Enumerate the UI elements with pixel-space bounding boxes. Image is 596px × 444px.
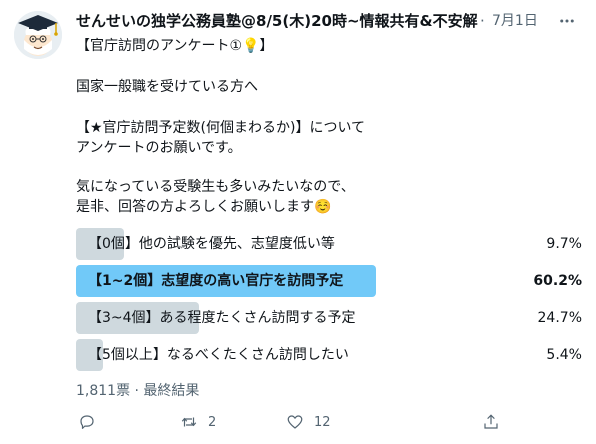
poll-option-label: 【5個以上】なるべくたくさん訪問したい [88, 347, 349, 363]
poll-option: 【5個以上】なるべくたくさん訪問したい 5.4% [76, 339, 586, 371]
poll-option-label: 【3~4個】ある程度たくさん訪問する予定 [88, 310, 356, 326]
poll-option: 【1~2個】志望度の高い官庁を訪問予定 60.2% [76, 265, 586, 297]
poll-option-label: 【1~2個】志望度の高い官庁を訪問予定 [88, 273, 344, 289]
tweet-text-line: 気になっている受験生も多いみたいなので、 [76, 179, 355, 195]
tweet: せんせいの独学公務員塾@8/5(木)20時~情報共有&不安解消: · 7月1日 … [0, 0, 596, 444]
poll-option-percent: 60.2% [533, 273, 582, 289]
tweet-header: せんせいの独学公務員塾@8/5(木)20時~情報共有&不安解消: · 7月1日 [76, 10, 586, 32]
poll-option: 【3~4個】ある程度たくさん訪問する予定 24.7% [76, 302, 586, 334]
retweet-icon [181, 417, 197, 427]
tweet-text-line: 是非、回答の方よろしくお願いします☺️ [76, 199, 332, 215]
like-count: 12 [314, 414, 331, 430]
poll-footer: 1,811票 · 最終結果 [76, 383, 200, 399]
avatar[interactable] [14, 11, 62, 59]
tweet-text-line: アンケートのお願いです。 [76, 140, 242, 156]
poll-option-percent: 5.4% [546, 347, 582, 363]
poll-option-label: 【0個】他の試験を優先、志望度低い等 [88, 236, 335, 252]
like-button[interactable]: 12 [286, 408, 331, 436]
teacher-avatar-icon [14, 11, 62, 59]
retweet-count: 2 [208, 414, 217, 430]
more-horizontal-icon [560, 19, 574, 23]
share-button[interactable] [482, 408, 500, 436]
tweet-actions: 2 12 [76, 408, 586, 436]
tweet-date[interactable]: 7月1日 [492, 10, 538, 32]
reply-button[interactable] [78, 408, 96, 436]
more-button[interactable] [556, 10, 578, 32]
poll-option-percent: 24.7% [537, 310, 582, 326]
poll-option: 【0個】他の試験を優先、志望度低い等 9.7% [76, 228, 586, 260]
author-name[interactable]: せんせいの独学公務員塾@8/5(木)20時~情報共有&不安解消: [76, 10, 478, 32]
tweet-text-line: 国家一般職を受けている方へ [76, 79, 258, 95]
heart-icon [287, 415, 303, 429]
tweet-text-line: 【官庁訪問のアンケート①💡】 [76, 38, 274, 54]
date-separator: · [480, 12, 485, 30]
share-icon [484, 414, 498, 429]
reply-icon [80, 415, 94, 429]
tweet-text-line: 【★官庁訪問予定数(何個まわるか)】について [76, 120, 366, 136]
poll-option-percent: 9.7% [546, 236, 582, 252]
retweet-button[interactable]: 2 [180, 408, 216, 436]
